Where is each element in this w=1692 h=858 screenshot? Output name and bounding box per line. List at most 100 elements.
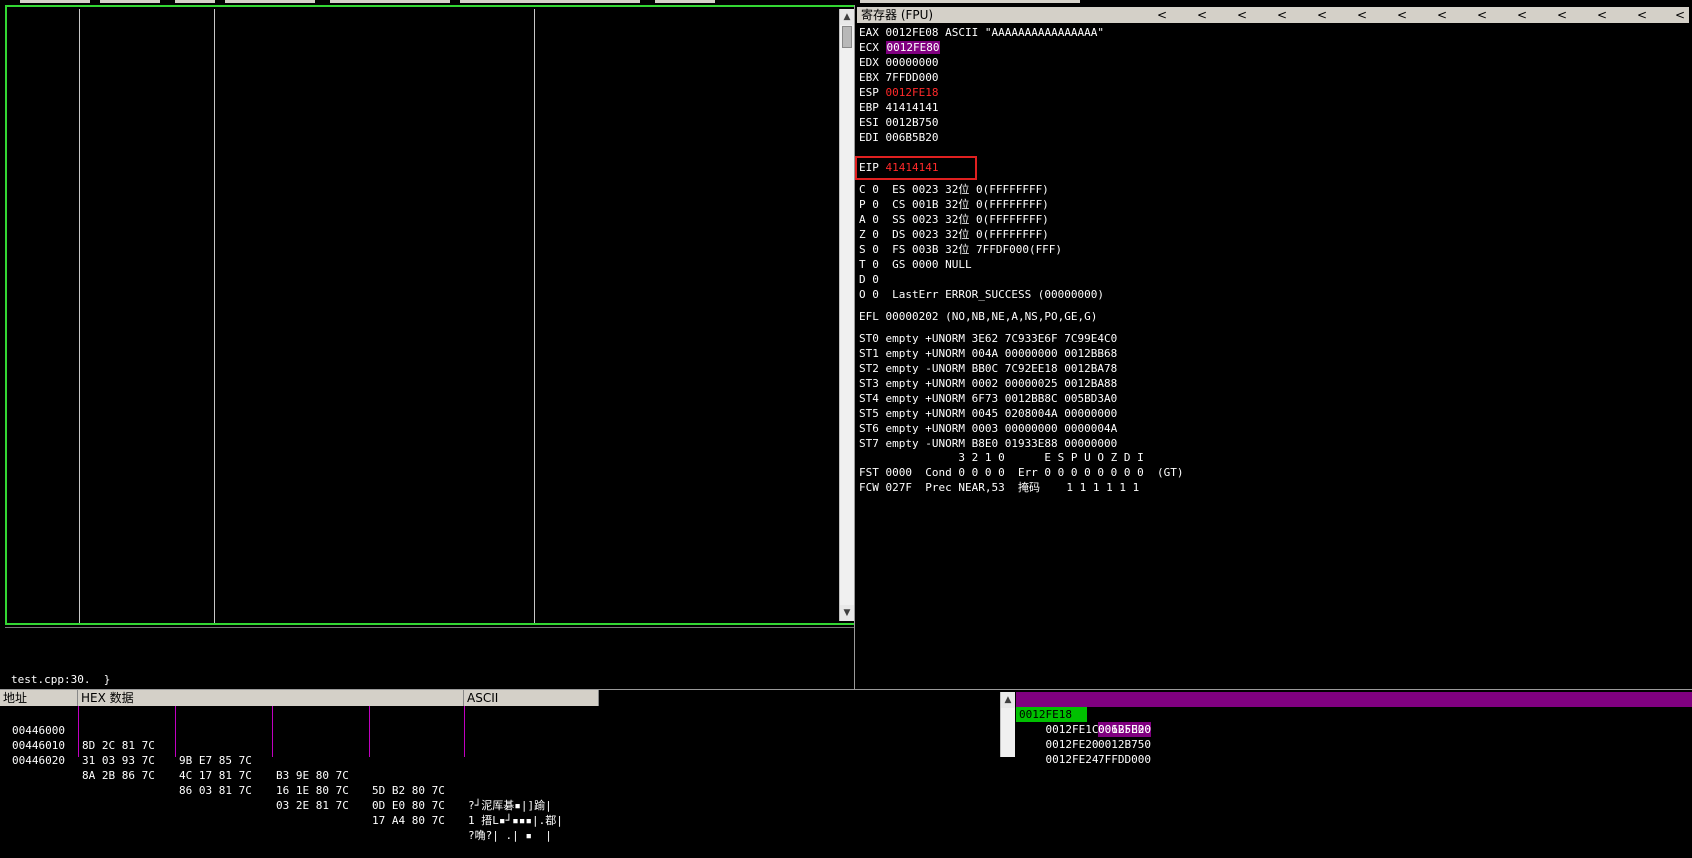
dump-hex-group[interactable]: 0D E0 80 7C	[372, 798, 445, 813]
dump-hex-group[interactable]: B3 9E 80 7C	[276, 768, 349, 783]
flag-line[interactable]: S 0 FS 003B 32位 7FFDF000(FFF)	[859, 242, 1062, 257]
dump-ascii[interactable]: ?唃?| .| ▪ |	[468, 828, 552, 843]
column-divider[interactable]	[534, 9, 535, 623]
dump-hex-group[interactable]: 4C 17 81 7C	[179, 768, 252, 783]
dump-row[interactable]: 00446020 8A 2B 86 7C 86 03 81 7C 03 2E 8…	[0, 738, 552, 858]
stack-row[interactable]: 0012FE24 7FFDD000	[1019, 737, 1151, 782]
memory-dump-pane[interactable]: 地址 HEX 数据 ASCII 00446000 8D 2C 81 7C 9B …	[0, 690, 1000, 842]
toolbar-segment[interactable]	[330, 0, 450, 3]
column-divider[interactable]	[79, 9, 80, 623]
chevron-left-icon[interactable]: <	[1397, 7, 1407, 23]
toolbar-segment[interactable]	[860, 0, 1080, 3]
register-value-highlighted[interactable]: 0012FE80	[885, 41, 941, 54]
fpu-register[interactable]: ST5 empty +UNORM 0045 0208004A 00000000	[859, 406, 1117, 421]
register-value[interactable]: 0012FE08	[886, 26, 939, 39]
fpu-register[interactable]: ST1 empty +UNORM 004A 00000000 0012BB68	[859, 346, 1117, 361]
dump-address[interactable]: 00446020	[12, 753, 65, 768]
fpu-register[interactable]: ST0 empty +UNORM 3E62 7C933E6F 7C99E4C0	[859, 331, 1117, 346]
toolbar-segment[interactable]	[225, 0, 315, 3]
fpu-register[interactable]: ST7 empty -UNORM B8E0 01933E88 00000000	[859, 436, 1117, 451]
efl-line[interactable]: EFL 00000202 (NO,NB,NE,A,NS,PO,GE,G)	[859, 309, 1097, 324]
register-value[interactable]: 41414141	[886, 101, 939, 114]
register-edx[interactable]: EDX 00000000	[859, 55, 938, 70]
scroll-up-button[interactable]: ▲	[1001, 692, 1015, 708]
fpu-register[interactable]: ST6 empty +UNORM 0003 00000000 0000004A	[859, 421, 1117, 436]
dump-header-address[interactable]: 地址	[0, 690, 78, 706]
stack-value[interactable]: 0012B750	[1098, 737, 1151, 752]
toolbar-segment[interactable]	[100, 0, 160, 3]
chevron-left-icon[interactable]: <	[1517, 7, 1527, 23]
flag-line[interactable]: T 0 GS 0000 NULL	[859, 257, 972, 272]
scroll-down-button[interactable]: ▼	[840, 605, 854, 621]
stack-value[interactable]: 7FFDD000	[1098, 752, 1151, 767]
dump-ascii[interactable]: 1 搢L▪┘▪▪▪|.鄀|	[468, 813, 563, 828]
toolbar-segment[interactable]	[460, 0, 640, 3]
scroll-thumb[interactable]	[842, 26, 852, 48]
disassembly-pane[interactable]: ▲ ▼	[5, 5, 857, 625]
flag-line[interactable]: A 0 SS 0023 32位 0(FFFFFFFF)	[859, 212, 1049, 227]
toolbar-segment[interactable]	[655, 0, 715, 3]
register-value[interactable]: 00000000	[886, 56, 939, 69]
chevron-left-icon[interactable]: <	[1597, 7, 1607, 23]
registers-header[interactable]: 寄存器 (FPU) < < < < < < < < < < < < < <	[857, 7, 1689, 23]
dump-hex-group[interactable]: 31 03 93 7C	[82, 753, 155, 768]
register-edi[interactable]: EDI 006B5B20	[859, 130, 938, 145]
disassembly-scrollbar[interactable]: ▲ ▼	[839, 9, 854, 621]
register-name: EAX	[859, 26, 879, 39]
chevron-left-icon[interactable]: <	[1157, 7, 1167, 23]
register-value[interactable]: 7FFDD000	[886, 71, 939, 84]
flag-line[interactable]: D 0	[859, 272, 879, 287]
scroll-up-button[interactable]: ▲	[840, 9, 854, 25]
stack-scrollbar[interactable]: ▲	[1000, 692, 1015, 757]
flag-line[interactable]: O 0 LastErr ERROR_SUCCESS (00000000)	[859, 287, 1104, 302]
stack-address[interactable]: 0012FE24	[1046, 753, 1099, 766]
chevron-left-icon[interactable]: <	[1317, 7, 1327, 23]
chevron-left-icon[interactable]: <	[1557, 7, 1567, 23]
dump-hex-group[interactable]: 17 A4 80 7C	[372, 813, 445, 828]
register-eax[interactable]: EAX 0012FE08 ASCII "AAAAAAAAAAAAAAAA"	[859, 25, 1104, 40]
flag-line[interactable]: Z 0 DS 0023 32位 0(FFFFFFFF)	[859, 227, 1049, 242]
chevron-left-icon[interactable]: <	[1197, 7, 1207, 23]
register-ecx[interactable]: ECX 0012FE80	[859, 40, 941, 55]
chevron-left-icon[interactable]: <	[1237, 7, 1247, 23]
fst-line[interactable]: FST 0000 Cond 0 0 0 0 Err 0 0 0 0 0 0 0 …	[859, 465, 1184, 480]
dump-ascii[interactable]: ?┘泥厍碁▪|]踰|	[468, 798, 552, 813]
dump-hex-group[interactable]: 16 1E 80 7C	[276, 783, 349, 798]
flag-line[interactable]: P 0 CS 001B 32位 0(FFFFFFFF)	[859, 197, 1049, 212]
dump-hex-group[interactable]: 5D B2 80 7C	[372, 783, 445, 798]
dump-header-ascii[interactable]: ASCII	[464, 690, 599, 706]
fpu-register[interactable]: ST3 empty +UNORM 0002 00000025 0012BA88	[859, 376, 1117, 391]
register-ebx[interactable]: EBX 7FFDD000	[859, 70, 938, 85]
register-value-changed[interactable]: 41414141	[886, 161, 939, 174]
dump-hex-group[interactable]: 8D 2C 81 7C	[82, 738, 155, 753]
stack-row-selected[interactable]: 0012FE18 0012FE00	[1016, 692, 1692, 737]
register-value[interactable]: 006B5B20	[886, 131, 939, 144]
chevron-left-icon[interactable]: <	[1637, 7, 1647, 23]
register-esp[interactable]: ESP 0012FE18	[859, 85, 938, 100]
dump-hex-group[interactable]: 86 03 81 7C	[179, 783, 252, 798]
fpu-register[interactable]: ST2 empty -UNORM BB0C 7C92EE18 0012BA78	[859, 361, 1117, 376]
dump-hex-group[interactable]: 9B E7 85 7C	[179, 753, 252, 768]
chevron-left-icon[interactable]: <	[1675, 7, 1685, 23]
dump-hex-group[interactable]: 8A 2B 86 7C	[82, 768, 155, 783]
chevron-left-icon[interactable]: <	[1277, 7, 1287, 23]
register-eip[interactable]: EIP 41414141	[859, 160, 938, 175]
dump-hex-group[interactable]: 03 2E 81 7C	[276, 798, 349, 813]
fcw-line[interactable]: FCW 027F Prec NEAR,53 掩码 1 1 1 1 1 1	[859, 480, 1139, 495]
chevron-left-icon[interactable]: <	[1357, 7, 1367, 23]
registers-pane[interactable]: 寄存器 (FPU) < < < < < < < < < < < < < < EA…	[855, 5, 1692, 690]
flag-line[interactable]: C 0 ES 0023 32位 0(FFFFFFFF)	[859, 182, 1049, 197]
register-value-changed[interactable]: 0012FE18	[886, 86, 939, 99]
chevron-left-icon[interactable]: <	[1477, 7, 1487, 23]
register-value[interactable]: 0012B750	[886, 116, 939, 129]
toolbar-segment[interactable]	[20, 0, 90, 3]
register-ebp[interactable]: EBP 41414141	[859, 100, 938, 115]
chevron-left-icon[interactable]: <	[1437, 7, 1447, 23]
stack-value[interactable]: 006B5B20	[1098, 722, 1151, 737]
toolbar-segment[interactable]	[175, 0, 215, 3]
fpu-register[interactable]: ST4 empty +UNORM 6F73 0012BB8C 005BD3A0	[859, 391, 1117, 406]
stack-pane[interactable]: ▲ 0012FE18 0012FE00 0012FE1C 006B5B20 001…	[1000, 690, 1692, 766]
column-divider[interactable]	[214, 9, 215, 623]
register-esi[interactable]: ESI 0012B750	[859, 115, 938, 130]
dump-header-hex[interactable]: HEX 数据	[78, 690, 464, 706]
